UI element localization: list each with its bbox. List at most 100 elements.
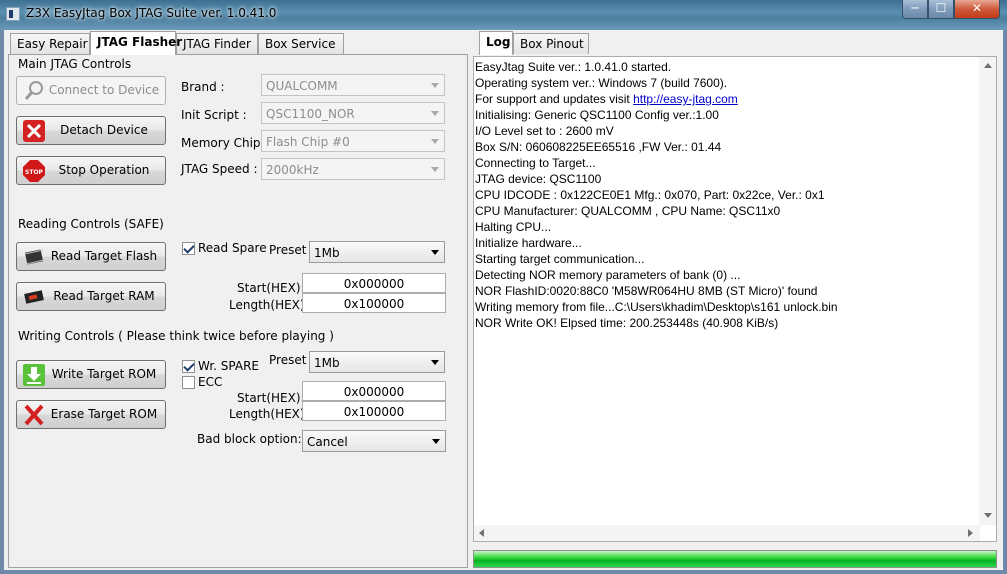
log-line: NOR Write OK! Elpsed time: 200.253448s (… bbox=[475, 316, 779, 330]
chevron-down-icon bbox=[431, 83, 439, 88]
jtag-speed-label: JTAG Speed : bbox=[181, 162, 258, 176]
write-start-label: Start(HEX): bbox=[237, 391, 305, 405]
left-tab-strip: Easy Repair JTAG Flasher JTAG Finder Box… bbox=[8, 31, 468, 55]
log-line: CPU Manufacturer: QUALCOMM , CPU Name: Q… bbox=[475, 204, 781, 218]
log-line: NOR FlashID:0020:88C0 'M58WR064HU 8MB (S… bbox=[475, 284, 818, 298]
log-line: JTAG device: QSC1100 bbox=[475, 172, 602, 186]
chevron-down-icon bbox=[431, 250, 439, 255]
brand-value: QUALCOMM bbox=[266, 79, 338, 93]
brand-label: Brand : bbox=[181, 80, 225, 94]
detach-device-label: Detach Device bbox=[60, 123, 148, 137]
connect-device-label: Connect to Device bbox=[48, 83, 160, 97]
reading-controls-title: Reading Controls (SAFE) bbox=[18, 217, 164, 231]
ecc-checkbox[interactable] bbox=[182, 376, 195, 389]
tab-jtag-flasher[interactable]: JTAG Flasher bbox=[90, 31, 182, 55]
erase-target-rom-button[interactable]: Erase Target ROM bbox=[16, 400, 166, 429]
window-title: Z3X EasyJtag Box JTAG Suite ver. 1.0.41.… bbox=[26, 6, 277, 20]
bad-block-label: Bad block option: bbox=[197, 432, 302, 446]
scroll-up-icon[interactable] bbox=[984, 63, 992, 68]
read-target-flash-label: Read Target Flash bbox=[50, 249, 158, 263]
memory-chip-label: Memory Chip: bbox=[181, 136, 265, 150]
read-length-field[interactable]: 0x100000 bbox=[302, 293, 446, 313]
stop-sign-text: STOP bbox=[25, 169, 44, 176]
init-script-value: QSC1100_NOR bbox=[266, 107, 355, 121]
log-horizontal-scrollbar[interactable] bbox=[474, 525, 980, 541]
log-vertical-scrollbar[interactable] bbox=[979, 57, 996, 525]
log-line: EasyJtag Suite ver.: 1.0.41.0 started. bbox=[475, 60, 672, 74]
close-button[interactable]: ✕ bbox=[954, 0, 1000, 19]
brand-select[interactable]: QUALCOMM bbox=[261, 74, 445, 96]
jtag-speed-select[interactable]: 2000kHz bbox=[261, 158, 445, 180]
tab-jtag-finder[interactable]: JTAG Finder bbox=[176, 33, 258, 54]
write-length-field[interactable]: 0x100000 bbox=[302, 401, 446, 421]
bad-block-value: Cancel bbox=[307, 435, 348, 449]
jtag-speed-value: 2000kHz bbox=[266, 163, 319, 177]
scroll-down-icon[interactable] bbox=[984, 513, 992, 518]
write-target-rom-button[interactable]: Write Target ROM bbox=[16, 360, 166, 389]
red-x-icon bbox=[23, 120, 45, 142]
right-tab-strip: Log Box Pinout bbox=[473, 31, 1001, 55]
write-start-field[interactable]: 0x000000 bbox=[302, 381, 446, 401]
read-start-label: Start(HEX): bbox=[237, 281, 305, 295]
progress-fill bbox=[474, 551, 996, 567]
main-controls-title: Main JTAG Controls bbox=[18, 57, 132, 71]
wr-spare-checkbox[interactable] bbox=[182, 360, 195, 373]
tab-easy-repair[interactable]: Easy Repair bbox=[10, 33, 90, 54]
maximize-button[interactable]: ☐ bbox=[928, 0, 954, 19]
read-spare-checkbox[interactable] bbox=[182, 242, 195, 255]
log-line: Halting CPU... bbox=[475, 220, 552, 234]
write-length-value: 0x100000 bbox=[343, 405, 405, 419]
read-start-field[interactable]: 0x000000 bbox=[302, 273, 446, 293]
progress-bar bbox=[473, 550, 997, 568]
bad-block-select[interactable]: Cancel bbox=[302, 430, 446, 452]
log-line: Initialize hardware... bbox=[475, 236, 582, 250]
log-line: CPU IDCODE : 0x122CE0E1 Mfg.: 0x070, Par… bbox=[475, 188, 825, 202]
detach-device-button[interactable]: Detach Device bbox=[16, 116, 166, 145]
magnifier-icon bbox=[24, 81, 43, 100]
read-start-value: 0x000000 bbox=[343, 277, 405, 291]
tab-box-pinout[interactable]: Box Pinout bbox=[513, 33, 589, 54]
log-line: Starting target communication... bbox=[475, 252, 645, 266]
write-length-label: Length(HEX): bbox=[229, 407, 309, 421]
log-line: Connecting to Target... bbox=[475, 156, 596, 170]
client-area: Easy Repair JTAG Flasher JTAG Finder Box… bbox=[4, 30, 1003, 570]
tab-log[interactable]: Log bbox=[479, 31, 513, 55]
chevron-down-icon bbox=[431, 167, 439, 172]
read-target-ram-label: Read Target RAM bbox=[53, 289, 155, 303]
ram-module-icon bbox=[24, 290, 44, 304]
log-line: Detecting NOR memory parameters of bank … bbox=[475, 268, 741, 282]
read-length-value: 0x100000 bbox=[343, 297, 405, 311]
connect-device-button[interactable]: Connect to Device bbox=[16, 76, 166, 105]
ecc-label: ECC bbox=[198, 375, 223, 389]
stop-operation-label: Stop Operation bbox=[58, 163, 150, 177]
scroll-left-icon[interactable] bbox=[479, 529, 484, 537]
tab-box-service[interactable]: Box Service bbox=[258, 33, 344, 54]
write-preset-select[interactable]: 1Mb bbox=[309, 351, 445, 373]
memory-chip-select[interactable]: Flash Chip #0 bbox=[261, 130, 445, 152]
init-script-select[interactable]: QSC1100_NOR bbox=[261, 102, 445, 124]
log-line: Box S/N: 060608225EE65516 ,FW Ver.: 01.4… bbox=[475, 140, 722, 154]
read-target-ram-button[interactable]: Read Target RAM bbox=[16, 282, 166, 311]
support-link[interactable]: http://easy-jtag.com bbox=[633, 92, 738, 106]
chevron-down-icon bbox=[431, 111, 439, 116]
read-target-flash-button[interactable]: Read Target Flash bbox=[16, 242, 166, 271]
log-textbox[interactable]: EasyJtag Suite ver.: 1.0.41.0 started. Op… bbox=[473, 56, 997, 542]
read-preset-select[interactable]: 1Mb bbox=[309, 241, 445, 263]
wr-spare-label: Wr. SPARE bbox=[198, 359, 260, 373]
log-lines: EasyJtag Suite ver.: 1.0.41.0 started. Op… bbox=[475, 59, 980, 525]
read-length-label: Length(HEX): bbox=[229, 298, 309, 312]
read-preset-label: Preset bbox=[269, 243, 307, 257]
write-target-rom-label: Write Target ROM bbox=[51, 367, 157, 381]
chevron-down-icon bbox=[431, 139, 439, 144]
stop-operation-button[interactable]: STOP Stop Operation bbox=[16, 156, 166, 185]
title-bar: Z3X EasyJtag Box JTAG Suite ver. 1.0.41.… bbox=[0, 0, 1007, 30]
stop-sign-icon: STOP bbox=[23, 160, 45, 182]
scroll-right-icon[interactable] bbox=[968, 529, 973, 537]
write-preset-label: Preset bbox=[269, 353, 307, 367]
chevron-down-icon bbox=[431, 360, 439, 365]
log-line: Operating system ver.: Windows 7 (build … bbox=[475, 76, 728, 90]
minimize-button[interactable]: ─ bbox=[902, 0, 928, 19]
log-line: Initialising: Generic QSC1100 Config ver… bbox=[475, 108, 719, 122]
memory-chip-value: Flash Chip #0 bbox=[266, 135, 350, 149]
log-line: For support and updates visit http://eas… bbox=[475, 92, 738, 106]
